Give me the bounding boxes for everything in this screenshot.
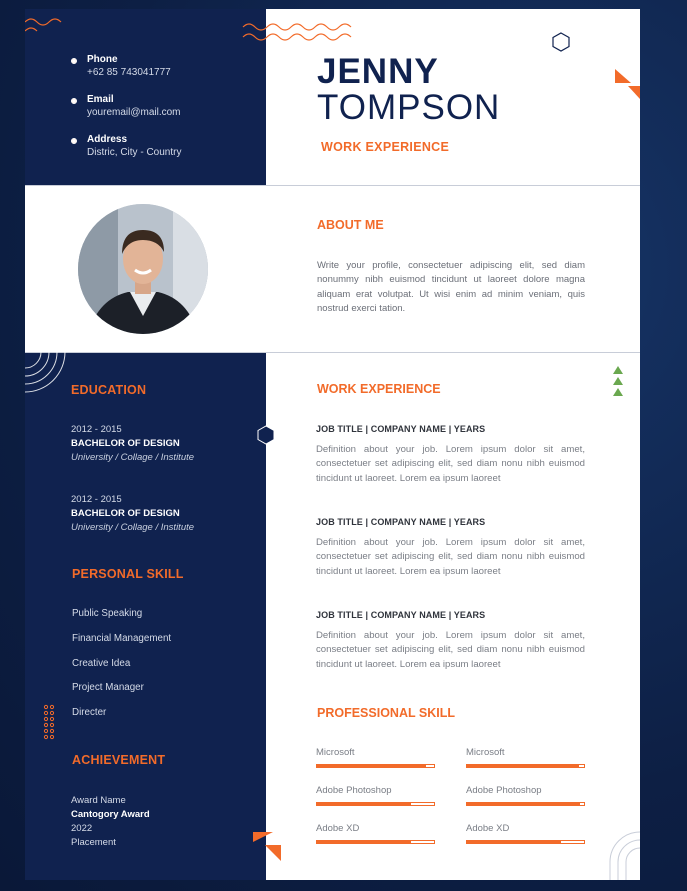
skill-bar-fill [317, 841, 411, 843]
bullet-icon [71, 138, 77, 144]
skill-bar [466, 802, 585, 806]
contact-label: Phone [87, 54, 118, 65]
arc-decoration-left [25, 311, 66, 393]
award-name: Award Name [71, 795, 126, 806]
wave-decoration-top-left [25, 18, 62, 32]
professional-skill-title: PROFESSIONAL SKILL [317, 706, 455, 720]
triangle-decoration-orange [253, 832, 273, 842]
dots-decoration [43, 704, 55, 740]
skill-bar-fill [467, 803, 581, 805]
education-institution: University / Collage / Institute [71, 522, 195, 533]
education-title: EDUCATION [71, 383, 147, 397]
hexagon-icon [257, 425, 275, 445]
skill-bar-item: Adobe Photoshop [466, 785, 585, 806]
education-item: 2012 - 2015 BACHELOR OF DESIGN Universit… [71, 423, 194, 465]
list-item: Creative Idea [72, 658, 131, 669]
skill-label: Adobe Photoshop [466, 785, 542, 796]
skill-bar-item: Microsoft [466, 747, 585, 768]
triangle-decoration-orange [615, 69, 631, 83]
bullet-icon [71, 98, 77, 104]
about-title: ABOUT ME [317, 218, 384, 232]
achievement-item: Award Name Cantogory Award 2022 Placemen… [71, 794, 150, 850]
list-item: Directer [72, 707, 107, 718]
job-item: JOB TITLE | COMPANY NAME | YEARS Definit… [316, 610, 585, 672]
contact-label: Email [87, 94, 114, 105]
education-item: 2012 - 2015 BACHELOR OF DESIGN Universit… [71, 493, 194, 535]
skill-bar-fill [317, 765, 426, 767]
skill-label: Adobe Photoshop [316, 785, 392, 796]
address-value: Distric, City - Country [87, 147, 182, 158]
triangle-decoration-orange [628, 86, 640, 99]
phone-value: +62 85 743041777 [87, 67, 171, 78]
skill-label: Adobe XD [466, 823, 510, 834]
work-experience-title: WORK EXPERIENCE [317, 382, 441, 396]
achievement-title: ACHIEVEMENT [72, 753, 166, 767]
last-name: TOMPSON [317, 88, 501, 127]
skill-bar [316, 764, 435, 768]
skill-bar-item: Microsoft [316, 747, 435, 768]
bullet-icon [71, 58, 77, 64]
skill-bar [316, 802, 435, 806]
skill-bar [466, 764, 585, 768]
job-description: Definition about your job. Lorem ipsum d… [316, 444, 585, 484]
contact-label: Address [87, 134, 128, 145]
contact-phone: Phone +62 85 743041777 [71, 53, 171, 80]
contact-address: Address Distric, City - Country [71, 133, 182, 160]
about-text: Write your profile, consectetuer adipisc… [317, 260, 585, 314]
triangle-decoration-orange [265, 845, 281, 861]
job-title: JOB TITLE | COMPANY NAME | YEARS [316, 610, 486, 620]
skill-bar-fill [467, 841, 561, 843]
profile-photo [78, 204, 208, 334]
contact-email: Email youremail@mail.com [71, 93, 181, 120]
job-description: Definition about your job. Lorem ipsum d… [316, 630, 585, 670]
person-avatar-icon [78, 204, 208, 334]
job-title: JOB TITLE | COMPANY NAME | YEARS [316, 424, 486, 434]
list-item: Financial Management [72, 633, 172, 644]
email-value: youremail@mail.com [87, 107, 181, 118]
resume-page: Phone +62 85 743041777 Email youremail@m… [25, 9, 640, 880]
skill-bar-item: Adobe XD [466, 823, 585, 844]
triangle-decoration-green [613, 366, 623, 396]
job-description: Definition about your job. Lorem ipsum d… [316, 537, 585, 577]
first-name: JENNY [317, 52, 439, 91]
award-year: 2022 [71, 823, 93, 834]
job-title: JOB TITLE | COMPANY NAME | YEARS [316, 517, 486, 527]
skill-label: Microsoft [466, 747, 505, 758]
education-degree: BACHELOR OF DESIGN [71, 438, 180, 449]
skill-bar-item: Adobe XD [316, 823, 435, 844]
skill-bar [316, 840, 435, 844]
award-placement: Placement [71, 837, 116, 848]
personal-skill-title: PERSONAL SKILL [72, 567, 184, 581]
skill-label: Microsoft [316, 747, 355, 758]
header-subtitle: WORK EXPERIENCE [321, 140, 450, 154]
list-item: Public Speaking [72, 608, 143, 619]
award-category: Cantogory Award [71, 809, 150, 820]
skill-bar [466, 840, 585, 844]
education-degree: BACHELOR OF DESIGN [71, 508, 180, 519]
hexagon-icon [552, 32, 570, 52]
skill-bar-fill [467, 765, 580, 767]
skill-bar-item: Adobe Photoshop [316, 785, 435, 806]
skill-label: Adobe XD [316, 823, 360, 834]
skill-bar-fill [317, 803, 411, 805]
job-item: JOB TITLE | COMPANY NAME | YEARS Definit… [316, 517, 585, 579]
job-item: JOB TITLE | COMPANY NAME | YEARS Definit… [316, 424, 585, 486]
education-years: 2012 - 2015 [71, 424, 122, 435]
wave-decoration-top [242, 23, 352, 41]
list-item: Project Manager [72, 682, 144, 693]
arc-decoration-bottom-right [609, 831, 640, 880]
education-institution: University / Collage / Institute [71, 452, 195, 463]
education-years: 2012 - 2015 [71, 494, 122, 505]
